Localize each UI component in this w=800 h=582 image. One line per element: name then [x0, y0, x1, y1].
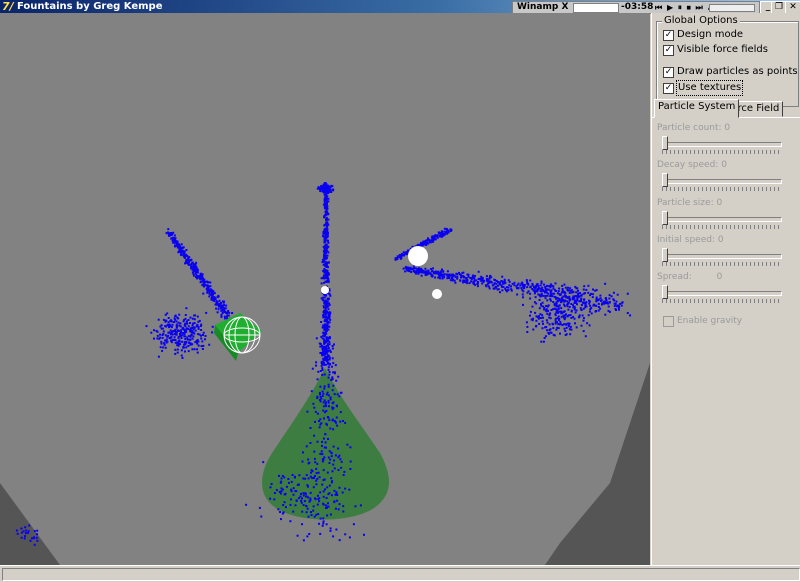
status-bar [0, 565, 800, 582]
slider-track [662, 291, 782, 296]
right-wall [545, 363, 650, 565]
scene-svg[interactable] [0, 13, 650, 565]
slider-track [662, 142, 782, 147]
slider-thumb[interactable] [662, 136, 668, 150]
slider-ticks [662, 262, 782, 266]
global-options-legend: Global Options [662, 15, 740, 26]
status-panel [2, 568, 800, 581]
particle-size-value: 0 [716, 198, 723, 208]
decay-speed-param: Decay speed: 0 [657, 160, 797, 170]
decay-speed-value: 0 [721, 160, 727, 170]
use-textures-label: Use textures [675, 80, 744, 96]
app-icon: 7/ [2, 0, 14, 13]
slider-track [662, 217, 782, 222]
window-title: Fountains by Greg Kempe [17, 1, 163, 12]
slider-thumb[interactable] [662, 248, 668, 262]
spread-label: Spread: [657, 272, 692, 282]
winamp-controls[interactable]: ⏮ ▶ ⏸ ⏹ ⏭ ⏏ [655, 2, 716, 13]
checkbox-check-icon[interactable]: ✓ [663, 45, 674, 56]
winamp-seek-bar[interactable] [709, 4, 755, 12]
enable-gravity-label: Enable gravity [677, 316, 743, 326]
cone-force-field [262, 368, 389, 520]
decay-speed-slider[interactable] [662, 173, 782, 193]
slider-ticks [662, 225, 782, 229]
particle-count-param: Particle count: 0 [657, 123, 797, 133]
slider-thumb[interactable] [662, 211, 668, 225]
slider-ticks [662, 150, 782, 154]
slider-track [662, 179, 782, 184]
particle-count-value: 0 [724, 123, 731, 133]
winamp-title: Winamp X [517, 2, 569, 12]
global-options-group: Global Options ✓ Design mode ✓ Visible f… [656, 15, 799, 107]
particle-count-slider[interactable] [662, 136, 782, 156]
winamp-time: -03:58 [621, 2, 654, 12]
initial-speed-value: 0 [717, 235, 724, 245]
control-panel: Global Options ✓ Design mode ✓ Visible f… [651, 13, 800, 565]
decay-speed-label: Decay speed: [657, 160, 719, 170]
particle-size-param: Particle size: 0 [657, 198, 797, 208]
tab-strip: Particle System Force Field [652, 99, 800, 118]
initial-speed-slider[interactable] [662, 248, 782, 268]
winamp-track-display [573, 3, 619, 13]
draw-particles-points-label: Draw particles as points [677, 66, 798, 77]
particle-size-slider[interactable] [662, 211, 782, 231]
initial-speed-param: Initial speed: 0 [657, 235, 797, 245]
white-sphere-top [408, 246, 428, 266]
slider-track [662, 254, 782, 259]
spread-value: 0 [716, 272, 723, 282]
render-viewport[interactable] [0, 13, 650, 565]
checkbox-check-icon[interactable]: ✓ [663, 30, 674, 41]
left-wall [0, 483, 60, 565]
design-mode-label: Design mode [677, 29, 744, 40]
checkbox-empty-icon[interactable] [663, 316, 674, 327]
white-sphere-center [321, 286, 329, 294]
checkbox-check-icon[interactable]: ✓ [663, 67, 674, 78]
slider-thumb[interactable] [662, 285, 668, 299]
title-bar[interactable]: 7/ Fountains by Greg Kempe Winamp X -03:… [0, 0, 800, 14]
slider-ticks [662, 299, 782, 303]
initial-speed-label: Initial speed: [657, 235, 715, 245]
checkbox-check-icon[interactable]: ✓ [663, 83, 674, 94]
slider-ticks [662, 187, 782, 191]
tab-particle-system[interactable]: Particle System [654, 99, 740, 118]
white-sphere-small [432, 289, 442, 299]
particle-size-label: Particle size: [657, 198, 714, 208]
particle-cloud [15, 182, 632, 546]
spread-slider[interactable] [662, 285, 782, 305]
spread-param: Spread: 0 [657, 272, 797, 282]
particle-count-label: Particle count: [657, 123, 722, 133]
visible-force-fields-label: Visible force fields [677, 44, 768, 55]
slider-thumb[interactable] [662, 173, 668, 187]
